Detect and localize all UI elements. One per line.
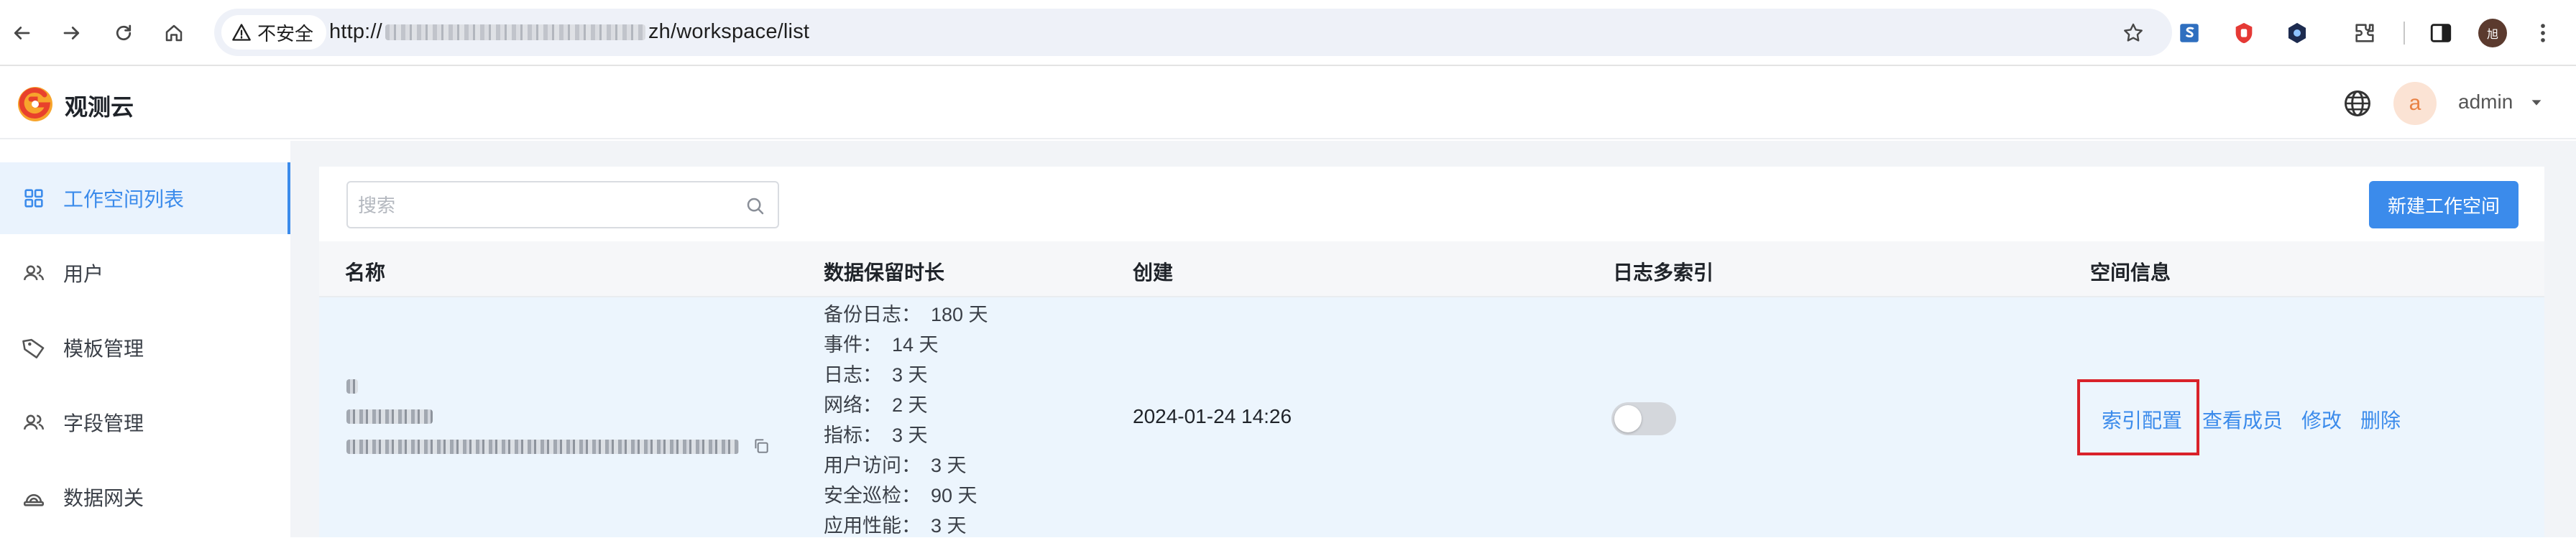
language-globe-icon[interactable] — [2342, 88, 2373, 119]
delete-link[interactable]: 删除 — [2360, 405, 2401, 434]
search-input[interactable] — [358, 191, 732, 220]
retention-item: 指标： 3 天 — [824, 419, 928, 447]
column-header-retention: 数据保留时长 — [824, 261, 945, 284]
retention-value: 3 天 — [892, 364, 928, 386]
warning-icon — [232, 24, 251, 41]
bookmark-star-icon[interactable] — [2116, 16, 2150, 50]
retention-value: 3 天 — [931, 455, 967, 476]
extension-hand-icon[interactable] — [2227, 16, 2261, 50]
sidebar-item-workspace-list[interactable]: 工作空间列表 — [0, 162, 290, 234]
retention-key: 备份日志： — [824, 304, 921, 325]
new-workspace-button[interactable]: 新建工作空间 — [2369, 181, 2518, 228]
security-indicator[interactable]: 不安全 — [221, 15, 327, 50]
address-bar[interactable]: 不安全 http:// zh/workspace/list — [214, 9, 2172, 56]
retention-value: 14 天 — [892, 334, 939, 356]
sidebar-item-data-gateway[interactable]: 数据网关 — [0, 461, 290, 533]
toggle-knob — [1614, 405, 1642, 432]
retention-value: 3 天 — [892, 425, 928, 446]
tag-icon — [22, 338, 45, 358]
retention-item: 日志： 3 天 — [824, 359, 928, 387]
retention-item: 应用性能： 3 天 — [824, 510, 967, 538]
retention-value: 180 天 — [931, 304, 988, 325]
logo-icon[interactable] — [16, 85, 56, 124]
table-header: 名称 数据保留时长 创建 日志多索引 空间信息 — [319, 241, 2544, 297]
column-header-name: 名称 — [345, 261, 386, 284]
retention-item: 安全巡检： 90 天 — [824, 480, 978, 508]
url-prefix: http:// — [329, 20, 382, 43]
retention-key: 指标： — [824, 425, 882, 446]
retention-key: 日志： — [824, 364, 882, 386]
retention-value: 3 天 — [931, 515, 967, 537]
side-panel-icon[interactable] — [2424, 16, 2458, 50]
retention-key: 应用性能： — [824, 515, 921, 537]
highlight-annotation — [2077, 379, 2199, 455]
home-icon[interactable] — [157, 16, 191, 50]
created-time: 2024-01-24 14:26 — [1133, 405, 1292, 427]
retention-value: 90 天 — [931, 485, 978, 506]
user-avatar[interactable]: a — [2393, 82, 2437, 125]
retention-key: 事件： — [824, 334, 882, 356]
url-text[interactable]: http:// zh/workspace/list — [329, 20, 809, 44]
back-arrow-icon[interactable] — [4, 16, 39, 50]
caret-down-icon[interactable] — [2529, 95, 2544, 111]
view-members-link[interactable]: 查看成员 — [2202, 405, 2283, 434]
redacted-workspace-token — [346, 440, 739, 454]
app-name: 观测云 — [65, 94, 134, 120]
sidebar-item-template-management[interactable]: 模板管理 — [0, 312, 290, 384]
sidebar-item-label: 数据网关 — [63, 487, 144, 509]
redacted-host — [385, 24, 645, 41]
extension-s-icon[interactable] — [2172, 16, 2207, 50]
profile-avatar[interactable]: 旭 — [2478, 19, 2507, 47]
retention-value: 2 天 — [892, 394, 928, 416]
sidebar-item-users[interactable]: 用户 — [0, 237, 290, 309]
browser-menu-icon[interactable] — [2526, 16, 2560, 50]
column-header-space-info: 空间信息 — [2090, 261, 2171, 284]
retention-item: 备份日志： 180 天 — [824, 299, 988, 327]
redacted-workspace-id — [346, 409, 433, 424]
retention-key: 安全巡检： — [824, 485, 921, 506]
search-icon[interactable] — [745, 195, 766, 217]
sidebar: 工作空间列表 用户 模板管理 字段管理 数据网关 — [0, 141, 290, 537]
log-multi-index-toggle[interactable] — [1611, 402, 1676, 435]
forward-arrow-icon[interactable] — [55, 16, 89, 50]
retention-key: 网络： — [824, 394, 882, 416]
column-header-log-multi-index: 日志多索引 — [1613, 261, 1714, 284]
sidebar-item-label: 用户 — [63, 263, 104, 285]
url-path: zh/workspace/list — [648, 20, 810, 43]
toolbar-divider — [2404, 22, 2405, 45]
search-box[interactable] — [346, 181, 779, 228]
reload-icon[interactable] — [106, 16, 141, 50]
extension-hex-icon[interactable] — [2280, 16, 2314, 50]
user-name[interactable]: admin — [2458, 91, 2513, 113]
retention-key: 用户访问： — [824, 455, 921, 476]
sidebar-item-label: 模板管理 — [63, 338, 144, 360]
app-header: 观测云 a admin — [0, 68, 2576, 139]
edit-link[interactable]: 修改 — [2301, 405, 2342, 434]
users-icon — [23, 265, 45, 281]
sidebar-item-label: 工作空间列表 — [63, 188, 185, 210]
redacted-workspace-name — [346, 379, 358, 394]
retention-item: 事件： 14 天 — [824, 329, 939, 357]
extensions-puzzle-icon[interactable] — [2347, 16, 2382, 50]
sidebar-item-label: 字段管理 — [63, 412, 144, 435]
retention-item: 网络： 2 天 — [824, 389, 928, 417]
column-header-created: 创建 — [1133, 261, 1174, 284]
copy-icon[interactable] — [752, 437, 770, 455]
sidebar-item-field-management[interactable]: 字段管理 — [0, 386, 290, 458]
users-icon — [23, 414, 45, 430]
security-label: 不安全 — [257, 22, 314, 45]
browser-toolbar: 不安全 http:// zh/workspace/list 旭 — [0, 0, 2576, 66]
retention-item: 用户访问： 3 天 — [824, 450, 967, 478]
gateway-icon — [23, 493, 45, 506]
grid-icon — [24, 189, 43, 208]
